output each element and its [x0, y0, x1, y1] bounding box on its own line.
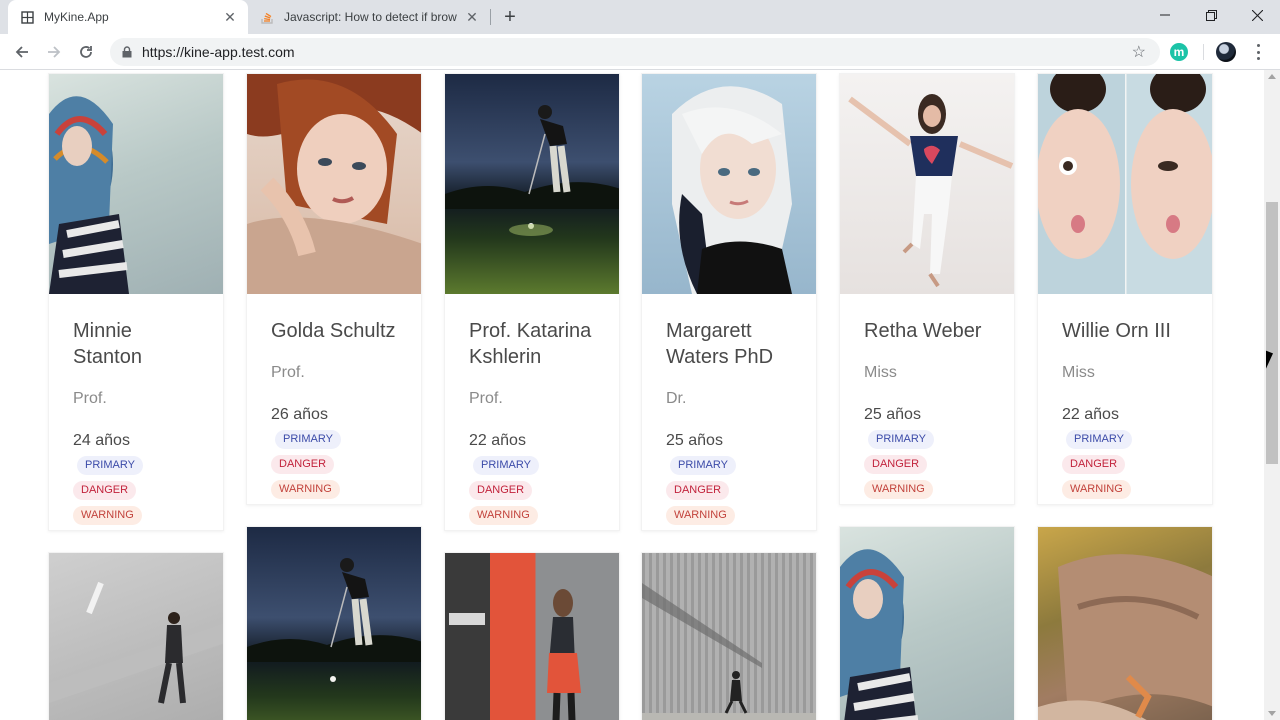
- person-title: Prof.: [271, 364, 305, 381]
- forward-arrow-icon[interactable]: [42, 40, 66, 64]
- scroll-down-arrow-icon[interactable]: [1268, 711, 1276, 716]
- person-photo: [1038, 527, 1212, 720]
- person-age: 22 años: [1062, 406, 1119, 423]
- warning-badge: WARNING: [864, 480, 933, 500]
- person-photo: [1038, 74, 1212, 294]
- person-photo: [840, 527, 1014, 720]
- person-photo: [49, 74, 223, 294]
- bookmark-star-icon[interactable]: ☆: [1132, 42, 1146, 62]
- person-title: Dr.: [666, 390, 687, 407]
- primary-badge: PRIMARY: [77, 456, 143, 476]
- person-name: Willie Orn III: [1062, 320, 1171, 342]
- tab-title: MyKine.App: [44, 10, 109, 24]
- person-title: Miss: [1062, 364, 1095, 381]
- tab-divider: [490, 9, 491, 25]
- danger-badge: DANGER: [73, 481, 137, 501]
- person-photo: [445, 74, 619, 294]
- url-text: https://kine-app.test.com: [142, 44, 295, 60]
- person-photo: [642, 74, 816, 294]
- close-tab-icon[interactable]: ✕: [220, 7, 240, 27]
- menu-kebab-icon[interactable]: [1250, 44, 1266, 60]
- person-photo: [247, 527, 421, 720]
- person-card[interactable]: Minnie Stanton Prof. 24 años PRIMARY DAN…: [48, 73, 224, 531]
- person-age: 25 años: [864, 406, 921, 423]
- person-name: Golda Schultz: [271, 320, 396, 342]
- person-card[interactable]: Golda Schultz Prof. 26 años PRIMARY DANG…: [246, 73, 422, 505]
- person-card[interactable]: Willie Orn III Miss 22 años PRIMARY DANG…: [1037, 73, 1213, 505]
- person-card[interactable]: [839, 526, 1015, 720]
- browser-toolbar: https://kine-app.test.com ☆: [0, 34, 1280, 70]
- person-card[interactable]: [641, 552, 817, 720]
- warning-badge: WARNING: [469, 506, 538, 526]
- profile-avatar[interactable]: [1216, 42, 1236, 62]
- lock-icon: [122, 45, 132, 58]
- person-photo: [642, 553, 816, 720]
- mouse-cursor-icon: [1266, 349, 1273, 369]
- restore-icon[interactable]: [1188, 0, 1234, 30]
- danger-badge: DANGER: [1062, 455, 1126, 475]
- primary-badge: PRIMARY: [473, 456, 539, 476]
- person-card[interactable]: [1037, 526, 1213, 720]
- tab-mykine[interactable]: MyKine.App ✕: [8, 0, 248, 34]
- toolbar-divider: [1203, 44, 1204, 60]
- tab-strip: MyKine.App ✕ Javascript: How to detect i…: [0, 0, 1280, 34]
- person-card[interactable]: [246, 526, 422, 720]
- extension-m-icon[interactable]: m: [1170, 43, 1188, 61]
- person-title: Prof.: [469, 390, 503, 407]
- address-bar[interactable]: https://kine-app.test.com ☆: [110, 38, 1160, 66]
- person-name: Minnie Stanton: [73, 320, 142, 368]
- person-card[interactable]: Prof. Katarina Kshlerin Prof. 22 años PR…: [444, 73, 620, 531]
- person-age: 24 años: [73, 432, 130, 449]
- primary-badge: PRIMARY: [670, 456, 736, 476]
- danger-badge: DANGER: [271, 455, 335, 475]
- danger-badge: DANGER: [469, 481, 533, 501]
- person-card[interactable]: [48, 552, 224, 720]
- person-card[interactable]: [444, 552, 620, 720]
- primary-badge: PRIMARY: [275, 430, 341, 450]
- close-window-icon[interactable]: [1234, 0, 1280, 30]
- minimize-icon[interactable]: [1142, 0, 1188, 30]
- close-tab-icon[interactable]: ✕: [462, 7, 482, 27]
- grid-icon: [20, 10, 34, 24]
- reload-icon[interactable]: [74, 40, 98, 64]
- warning-badge: WARNING: [73, 506, 142, 526]
- page-scrollbar[interactable]: [1264, 70, 1280, 720]
- new-tab-button[interactable]: +: [498, 5, 522, 29]
- primary-badge: PRIMARY: [868, 430, 934, 450]
- warning-badge: WARNING: [666, 506, 735, 526]
- warning-badge: WARNING: [1062, 480, 1131, 500]
- person-photo: [445, 553, 619, 720]
- danger-badge: DANGER: [666, 481, 730, 501]
- back-arrow-icon[interactable]: [10, 40, 34, 64]
- person-name: Prof. Katarina Kshlerin: [469, 320, 592, 368]
- person-name: Margarett Waters PhD: [666, 320, 774, 368]
- scrollbar-thumb[interactable]: [1266, 202, 1278, 464]
- primary-badge: PRIMARY: [1066, 430, 1132, 450]
- tab-stackoverflow[interactable]: Javascript: How to detect if brow ✕: [250, 0, 490, 34]
- person-age: 22 años: [469, 432, 526, 449]
- person-card[interactable]: Retha Weber Miss 25 años PRIMARY DANGER …: [839, 73, 1015, 505]
- person-photo: [840, 74, 1014, 294]
- person-age: 26 años: [271, 406, 328, 423]
- person-title: Prof.: [73, 390, 107, 407]
- person-name: Retha Weber: [864, 320, 982, 342]
- person-title: Miss: [864, 364, 897, 381]
- person-photo: [247, 74, 421, 294]
- scroll-up-arrow-icon[interactable]: [1268, 74, 1276, 79]
- danger-badge: DANGER: [864, 455, 928, 475]
- person-photo: [49, 553, 223, 720]
- stackoverflow-icon: [260, 10, 274, 24]
- person-age: 25 años: [666, 432, 723, 449]
- tab-title: Javascript: How to detect if brow: [284, 10, 457, 24]
- person-card[interactable]: Margarett Waters PhD Dr. 25 años PRIMARY…: [641, 73, 817, 531]
- page-content: Minnie Stanton Prof. 24 años PRIMARY DAN…: [0, 70, 1264, 720]
- warning-badge: WARNING: [271, 480, 340, 500]
